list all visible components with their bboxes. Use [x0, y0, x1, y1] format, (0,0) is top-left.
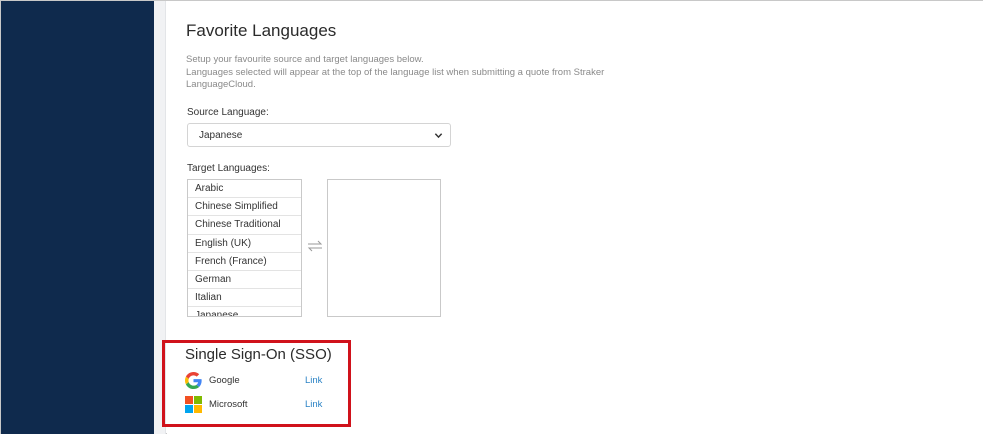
- target-languages-selected-list[interactable]: [327, 179, 441, 317]
- list-item[interactable]: English (UK): [188, 235, 301, 253]
- app-frame: Favorite Languages Setup your favourite …: [0, 0, 983, 434]
- sso-section-title: Single Sign-On (SSO): [185, 346, 332, 363]
- description-line: Languages selected will appear at the to…: [186, 66, 605, 78]
- sso-provider-name: Google: [209, 375, 240, 386]
- list-item[interactable]: Italian: [188, 289, 301, 308]
- source-language-label: Source Language:: [187, 107, 269, 118]
- description-line: Setup your favourite source and target l…: [186, 54, 424, 65]
- list-item[interactable]: Japanese: [188, 307, 301, 316]
- swap-arrows-icon[interactable]: [306, 239, 324, 253]
- favorites-description: Setup your favourite source and target l…: [186, 54, 605, 92]
- list-item[interactable]: Chinese Traditional: [188, 216, 301, 235]
- page-title: Favorite Languages: [186, 21, 337, 40]
- sso-provider-name: Microsoft: [209, 399, 248, 410]
- google-link-button[interactable]: Link: [305, 375, 322, 386]
- source-language-value: Japanese: [199, 130, 243, 141]
- list-item[interactable]: Chinese Simplified: [188, 198, 301, 217]
- chevron-down-icon: [434, 133, 443, 139]
- sidebar: [1, 1, 154, 434]
- sso-provider-microsoft: Microsoft Link: [185, 396, 335, 414]
- sso-provider-google: Google Link: [185, 372, 335, 390]
- list-item[interactable]: French (France): [188, 253, 301, 271]
- list-item[interactable]: Arabic: [188, 180, 301, 199]
- target-languages-label: Target Languages:: [187, 163, 270, 174]
- google-logo-icon: [185, 372, 202, 389]
- list-item[interactable]: German: [188, 271, 301, 290]
- source-language-select[interactable]: Japanese: [187, 123, 451, 147]
- description-line: LanguageCloud.: [186, 79, 256, 90]
- microsoft-link-button[interactable]: Link: [305, 399, 322, 410]
- target-languages-available-list[interactable]: Arabic Chinese Simplified Chinese Tradit…: [187, 179, 302, 317]
- microsoft-logo-icon: [185, 396, 202, 413]
